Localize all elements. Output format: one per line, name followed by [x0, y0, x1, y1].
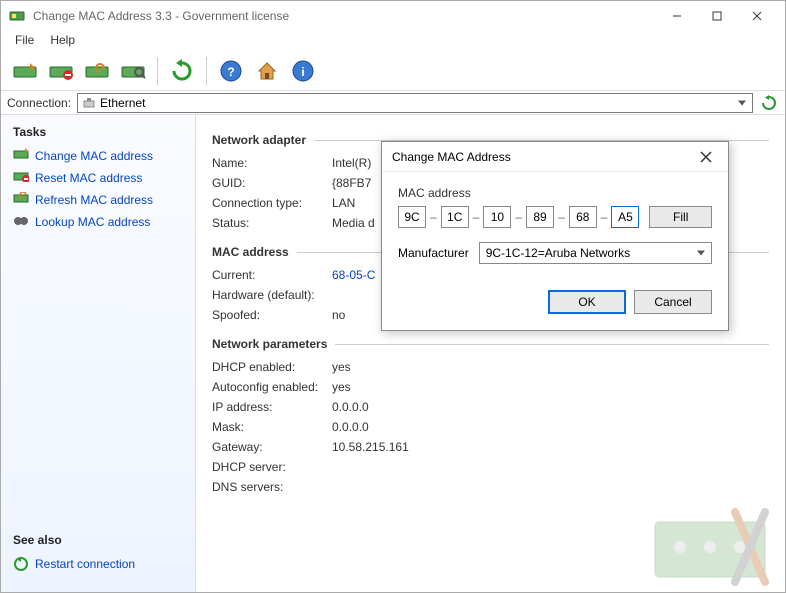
- toolbar-info-icon[interactable]: i: [287, 55, 319, 87]
- toolbar-help-icon[interactable]: ?: [215, 55, 247, 87]
- task-label: Refresh MAC address: [35, 193, 153, 207]
- nic-reset-icon: [13, 170, 29, 186]
- status-value: Media d: [332, 216, 375, 230]
- manufacturer-value: 9C-1C-12=Aruba Networks: [486, 246, 630, 260]
- task-refresh-mac[interactable]: Refresh MAC address: [13, 189, 183, 211]
- dhcpsrv-key: DHCP server:: [212, 460, 332, 474]
- ethernet-icon: [82, 96, 96, 110]
- ip-key: IP address:: [212, 400, 332, 414]
- connection-row: Connection: Ethernet: [1, 91, 785, 115]
- nic-refresh-icon: [13, 192, 29, 208]
- ok-button[interactable]: OK: [548, 290, 626, 314]
- toolbar-home-icon[interactable]: [251, 55, 283, 87]
- cancel-button[interactable]: Cancel: [634, 290, 712, 314]
- spoofed-value: no: [332, 308, 345, 322]
- nic-change-icon: [13, 148, 29, 164]
- menu-help[interactable]: Help: [42, 31, 83, 51]
- conn-type-value: LAN: [332, 196, 355, 210]
- section-mac-address: MAC address: [212, 245, 289, 259]
- gw-value: 10.58.215.161: [332, 440, 409, 454]
- window-title: Change MAC Address 3.3 - Government lice…: [33, 9, 657, 23]
- manufacturer-label: Manufacturer: [398, 246, 469, 260]
- binoculars-icon: [13, 214, 29, 230]
- mac-address-label: MAC address: [398, 186, 712, 200]
- status-key: Status:: [212, 216, 332, 230]
- mac-octet-5[interactable]: [569, 206, 597, 228]
- name-key: Name:: [212, 156, 332, 170]
- auto-value: yes: [332, 380, 351, 394]
- ip-value: 0.0.0.0: [332, 400, 369, 414]
- mac-octet-4[interactable]: [526, 206, 554, 228]
- mac-octet-2[interactable]: [441, 206, 469, 228]
- menu-file[interactable]: File: [7, 31, 42, 51]
- toolbar-reset-icon[interactable]: [45, 55, 77, 87]
- task-label: Reset MAC address: [35, 171, 142, 185]
- hardware-key: Hardware (default):: [212, 288, 332, 302]
- dialog-title: Change MAC Address: [392, 150, 511, 164]
- manufacturer-select[interactable]: 9C-1C-12=Aruba Networks: [479, 242, 712, 264]
- mac-octet-3[interactable]: [483, 206, 511, 228]
- close-button[interactable]: [737, 1, 777, 31]
- seealso-heading: See also: [13, 533, 183, 547]
- sidebar: Tasks Change MAC address Reset MAC addre…: [1, 115, 196, 592]
- toolbar-separator: [157, 57, 158, 85]
- mask-key: Mask:: [212, 420, 332, 434]
- decor-nic-image: [635, 492, 785, 592]
- connection-label: Connection:: [7, 96, 71, 110]
- toolbar-reload-icon[interactable]: [166, 55, 198, 87]
- task-label: Restart connection: [35, 557, 135, 571]
- section-network-adapter: Network adapter: [212, 133, 306, 147]
- auto-key: Autoconfig enabled:: [212, 380, 332, 394]
- task-reset-mac[interactable]: Reset MAC address: [13, 167, 183, 189]
- task-lookup-mac[interactable]: Lookup MAC address: [13, 211, 183, 233]
- mac-input-row: – – – – – Fill: [398, 206, 712, 228]
- task-restart-connection[interactable]: Restart connection: [13, 553, 183, 575]
- maximize-button[interactable]: [697, 1, 737, 31]
- mac-octet-6[interactable]: [611, 206, 639, 228]
- toolbar-refresh-icon[interactable]: [81, 55, 113, 87]
- dialog-close-button[interactable]: [694, 145, 718, 169]
- connection-value: Ethernet: [100, 96, 145, 110]
- toolbar: ? i: [1, 51, 785, 91]
- task-label: Change MAC address: [35, 149, 153, 163]
- mask-value: 0.0.0.0: [332, 420, 369, 434]
- menu-bar: File Help: [1, 31, 785, 51]
- guid-key: GUID:: [212, 176, 332, 190]
- fill-button[interactable]: Fill: [649, 206, 712, 228]
- svg-text:?: ?: [227, 65, 234, 79]
- dhcp-value: yes: [332, 360, 351, 374]
- conn-type-key: Connection type:: [212, 196, 332, 210]
- connection-select[interactable]: Ethernet: [77, 93, 753, 113]
- name-value: Intel(R): [332, 156, 371, 170]
- title-bar: Change MAC Address 3.3 - Government lice…: [1, 1, 785, 31]
- dns-key: DNS servers:: [212, 480, 332, 494]
- svg-text:i: i: [301, 65, 304, 79]
- current-key: Current:: [212, 268, 332, 282]
- guid-value: {88FB7: [332, 176, 371, 190]
- gw-key: Gateway:: [212, 440, 332, 454]
- restart-icon: [13, 556, 29, 572]
- connection-refresh-icon[interactable]: [759, 93, 779, 113]
- current-value[interactable]: 68-05-C: [332, 268, 375, 282]
- section-network-parameters: Network parameters: [212, 337, 327, 351]
- toolbar-separator: [206, 57, 207, 85]
- mac-octet-1[interactable]: [398, 206, 426, 228]
- spoofed-key: Spoofed:: [212, 308, 332, 322]
- toolbar-lookup-icon[interactable]: [117, 55, 149, 87]
- change-mac-dialog: Change MAC Address MAC address – – – – –…: [381, 141, 729, 331]
- app-icon: [9, 8, 25, 24]
- minimize-button[interactable]: [657, 1, 697, 31]
- tasks-heading: Tasks: [13, 125, 183, 139]
- dhcp-key: DHCP enabled:: [212, 360, 332, 374]
- toolbar-change-icon[interactable]: [9, 55, 41, 87]
- task-label: Lookup MAC address: [35, 215, 150, 229]
- task-change-mac[interactable]: Change MAC address: [13, 145, 183, 167]
